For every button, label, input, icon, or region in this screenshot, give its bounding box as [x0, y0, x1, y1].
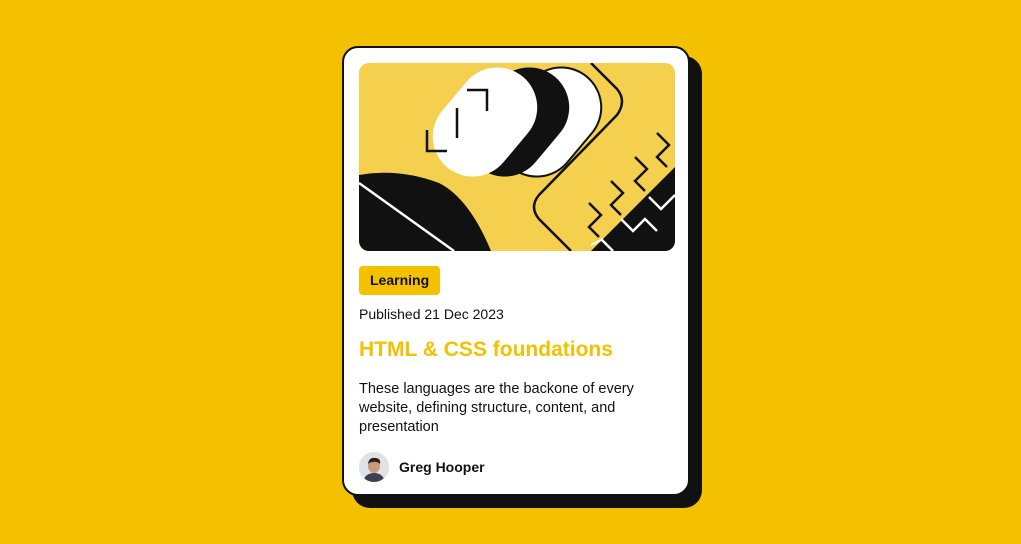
- author: Greg Hooper: [359, 452, 485, 482]
- hero-illustration: [359, 63, 675, 251]
- person-portrait-icon: [359, 452, 389, 482]
- author-name: Greg Hooper: [399, 459, 485, 475]
- avatar: [359, 452, 389, 482]
- published-date: Published 21 Dec 2023: [359, 306, 504, 322]
- category-tag: Learning: [359, 266, 441, 295]
- blog-preview-card: Learning Published 21 Dec 2023 HTML & CS…: [342, 46, 690, 496]
- card-description: These languages are the backone of every…: [359, 381, 634, 435]
- card-title[interactable]: HTML & CSS foundations: [359, 338, 613, 362]
